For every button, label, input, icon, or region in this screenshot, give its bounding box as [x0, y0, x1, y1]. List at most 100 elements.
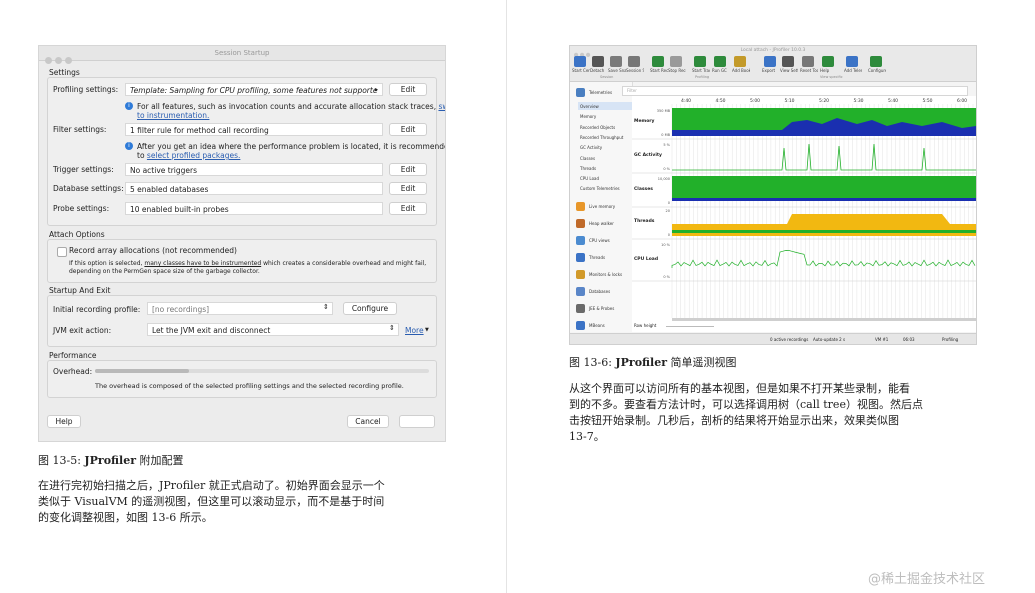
sidebar-section[interactable]: JEE & Probes	[589, 306, 614, 311]
toolbar-button-label[interactable]: Start Recordings	[650, 68, 668, 73]
toolbar-icon[interactable]	[592, 56, 604, 67]
toolbar-icon[interactable]	[764, 56, 776, 67]
toolbar-icon[interactable]	[652, 56, 664, 67]
time-tick: 5:20	[819, 98, 829, 104]
toolbar-icon[interactable]	[802, 56, 814, 67]
initial-recording-select[interactable]: [no recordings]	[147, 302, 333, 315]
toolbar-button-label[interactable]: Help	[820, 68, 838, 73]
toolbar-button-label[interactable]: Add Telemetry	[844, 68, 862, 73]
sidebar-item[interactable]: Memory	[580, 114, 596, 119]
jvm-exit-select[interactable]: Let the JVM exit and disconnect	[147, 323, 399, 336]
info-text-2-cont: to select profiled packages.	[137, 151, 241, 160]
info-icon: i	[125, 142, 133, 150]
sidebar-section[interactable]: MBeans	[589, 323, 605, 328]
ok-button[interactable]	[399, 415, 435, 428]
sidebar-item[interactable]: Recorded Objects	[580, 125, 615, 130]
toolbar-button-label[interactable]: Save Snapshot	[608, 68, 626, 73]
status-time: 06:03	[903, 337, 915, 342]
watermark: @稀土掘金技术社区	[868, 572, 986, 587]
toolbar-icon[interactable]	[846, 56, 858, 67]
section-icon	[576, 202, 585, 211]
toolbar-icon[interactable]	[574, 56, 586, 67]
sidebar-item[interactable]: Recorded Throughput	[580, 135, 623, 140]
toolbar-button-label[interactable]: Start Tracking	[692, 68, 710, 73]
sidebar-section[interactable]: Heap walker	[589, 221, 614, 226]
time-tick: 4:40	[681, 98, 691, 104]
filter-edit-button[interactable]: Edit	[389, 123, 427, 136]
jvm-exit-label: JVM exit action:	[53, 326, 112, 335]
switch-instrumentation-link[interactable]: to instrumentation.	[137, 111, 209, 120]
scale-label: 0 MB	[661, 133, 670, 137]
filter-input[interactable]: Filter	[622, 86, 968, 96]
info-text-1: For all features, such as invocation cou…	[137, 102, 445, 111]
toolbar-button-label[interactable]: Start Center	[572, 68, 590, 73]
toolbar-group-view: View specific	[820, 75, 843, 79]
toolbar-button-label[interactable]: Run GC	[712, 68, 730, 73]
toolbar-group-session: Session	[600, 75, 614, 79]
toolbar-icon[interactable]	[822, 56, 834, 67]
sidebar-item[interactable]: Threads	[580, 166, 596, 171]
more-link[interactable]: More	[405, 326, 424, 335]
select-packages-link[interactable]: select profiled packages.	[147, 151, 240, 160]
filter-settings-value: 1 filter rule for method call recording	[125, 123, 383, 136]
toolbar-icon[interactable]	[714, 56, 726, 67]
status-autoupdate[interactable]: Auto-update 2 s	[813, 337, 845, 342]
window-title: Local attach - JProfiler 10.0.3	[740, 48, 806, 53]
help-button[interactable]: Help	[47, 415, 81, 428]
overhead-note: The overhead is composed of the selected…	[95, 382, 404, 390]
sidebar-section[interactable]: Threads	[589, 255, 605, 260]
toolbar-icon[interactable]	[628, 56, 640, 67]
toolbar: Local attach - JProfiler 10.0.3 Start Ce…	[570, 46, 976, 82]
toolbar-icon[interactable]	[782, 56, 794, 67]
initial-recording-label: Initial recording profile:	[53, 305, 141, 314]
record-array-checkbox[interactable]	[57, 247, 67, 257]
toolbar-button-label[interactable]: Add Bookmark	[732, 68, 750, 73]
database-edit-button[interactable]: Edit	[389, 182, 427, 195]
toolbar-button-label[interactable]: Configure Telemetries	[868, 68, 886, 73]
sidebar-section[interactable]: CPU views	[589, 238, 610, 243]
settings-group-title: Settings	[49, 68, 80, 77]
toolbar-icon[interactable]	[670, 56, 682, 67]
scale-label: 350 MB	[657, 109, 671, 113]
section-icon	[576, 304, 585, 313]
scale-label: 0 %	[663, 167, 670, 171]
toolbar-icon[interactable]	[694, 56, 706, 67]
sidebar-item[interactable]: Overview	[580, 104, 599, 109]
section-icon	[576, 321, 585, 330]
scale-label: 0	[668, 201, 670, 205]
toolbar-button-label[interactable]: Reset Tool	[800, 68, 818, 73]
sidebar-section[interactable]: Live memory	[589, 204, 615, 209]
toolbar-button-label[interactable]: Stop Recordings	[668, 68, 686, 73]
sidebar-section[interactable]: Databases	[589, 289, 610, 294]
attach-note-line1: If this option is selected, many classes…	[69, 260, 427, 267]
row-label: CPU Load	[634, 256, 658, 262]
sidebar-section[interactable]: Monitors & locks	[589, 272, 622, 277]
cancel-button[interactable]: Cancel	[347, 415, 389, 428]
toolbar-icon[interactable]	[610, 56, 622, 67]
trigger-edit-button[interactable]: Edit	[389, 163, 427, 176]
time-tick: 5:40	[888, 98, 898, 104]
toolbar-button-label[interactable]: Detach	[590, 68, 608, 73]
threads-runnable	[672, 230, 976, 233]
profiling-edit-button[interactable]: Edit	[389, 83, 427, 96]
sidebar-item[interactable]: GC Activity	[580, 145, 602, 150]
status-bar: 0 active recordings Auto-update 2 s VM #…	[570, 333, 976, 344]
sidebar-telemetries[interactable]: Telemetries	[589, 90, 612, 95]
toolbar-icon[interactable]	[870, 56, 882, 67]
sidebar-item[interactable]: CPU Load	[580, 176, 599, 181]
probe-edit-button[interactable]: Edit	[389, 202, 427, 215]
toolbar-button-label[interactable]: Session Settings	[626, 68, 644, 73]
overflow-arrow-icon: ▸	[375, 86, 379, 93]
row-label: Classes	[634, 186, 653, 192]
status-vm: VM #1	[875, 337, 889, 342]
switch-link[interactable]: switch	[438, 102, 445, 111]
configure-button[interactable]: Configure	[343, 302, 397, 315]
row-height-slider[interactable]	[666, 326, 714, 327]
sidebar-item[interactable]: Classes	[580, 156, 595, 161]
trigger-settings-value: No active triggers	[125, 163, 383, 176]
sidebar-item[interactable]: Custom Telemetries	[580, 186, 620, 191]
toolbar-button-label[interactable]: View Settings	[780, 68, 798, 73]
database-settings-value: 5 enabled databases	[125, 182, 383, 195]
toolbar-icon[interactable]	[734, 56, 746, 67]
toolbar-button-label[interactable]: Export	[762, 68, 780, 73]
